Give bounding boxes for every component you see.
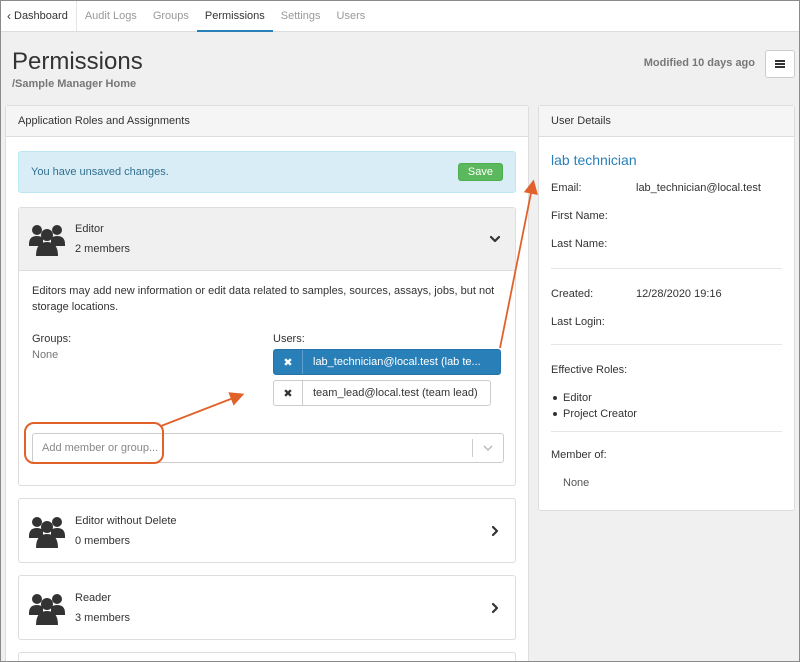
divider	[551, 344, 782, 345]
role-header-reader[interactable]: Reader 3 members	[19, 576, 515, 639]
add-member-input[interactable]	[33, 434, 472, 462]
last-login-label: Last Login:	[551, 316, 605, 328]
page-subtitle: /Sample Manager Home	[12, 78, 137, 90]
last-name-label: Last Name:	[551, 238, 608, 250]
dropdown-toggle[interactable]	[473, 434, 503, 462]
groups-value: None	[32, 349, 59, 361]
chevron-down-icon	[483, 445, 493, 452]
role-member-count: 3 members	[75, 611, 131, 624]
role-member-count: 0 members	[75, 534, 131, 547]
list-item: Editor	[551, 390, 637, 406]
roles-panel-title: Application Roles and Assignments	[6, 106, 528, 137]
created-value: 12/28/2020 19:16	[636, 288, 722, 300]
tab-settings[interactable]: Settings	[273, 1, 329, 31]
hamburger-menu-icon	[775, 60, 785, 68]
role-description: Editors may add new information or edit …	[32, 285, 495, 313]
role-info: Editor without Delete 0 members	[75, 515, 177, 547]
role-card-editor: Editor 2 members Editors may add new inf…	[18, 207, 516, 486]
nav-back-dashboard[interactable]: ‹ Dashboard	[5, 1, 76, 31]
nav-back-label: Dashboard	[14, 10, 68, 22]
tab-permissions[interactable]: Permissions	[196, 1, 273, 32]
chevron-right-icon[interactable]	[489, 525, 501, 537]
email-label: Email:	[551, 182, 582, 194]
groups-label: Groups:	[32, 333, 72, 345]
modified-timestamp: Modified 10 days ago	[643, 57, 755, 69]
role-info: Reader 3 members	[75, 592, 130, 624]
list-item: Project Creator	[551, 406, 637, 422]
first-name-label: First Name:	[551, 210, 608, 222]
users-group-icon	[29, 593, 65, 625]
email-value: lab_technician@local.test	[636, 182, 761, 194]
save-button[interactable]: Save	[457, 163, 503, 181]
users-group-icon	[29, 516, 65, 548]
effective-roles-label: Effective Roles:	[551, 364, 628, 376]
role-name: Reader	[75, 591, 112, 604]
member-of-value: None	[563, 477, 590, 489]
role-name: Editor	[75, 223, 104, 235]
add-member-select[interactable]	[32, 433, 504, 463]
role-body-editor: Editors may add new information or edit …	[19, 271, 515, 485]
role-header-editor[interactable]: Editor 2 members	[19, 208, 515, 271]
user-display-name[interactable]: lab technician	[551, 152, 637, 168]
user-details-panel: User Details lab technician Email: lab_t…	[538, 105, 795, 511]
user-chip-label[interactable]: lab_technician@local.test (lab te...	[303, 350, 491, 374]
divider	[551, 431, 782, 432]
user-chip-label[interactable]: team_lead@local.test (team lead)	[303, 381, 488, 405]
chevron-down-icon[interactable]	[489, 233, 501, 245]
chevron-left-icon: ‹	[7, 9, 11, 23]
tab-audit-logs[interactable]: Audit Logs	[75, 1, 145, 31]
menu-button[interactable]	[765, 50, 795, 78]
users-group-icon	[29, 225, 65, 256]
page-title: Permissions	[12, 48, 143, 75]
alert-message: You have unsaved changes.	[31, 166, 169, 178]
role-header-editor-without-delete[interactable]: Editor without Delete 0 members	[19, 499, 515, 562]
divider	[551, 268, 782, 269]
user-details-title: User Details	[539, 106, 794, 137]
created-label: Created:	[551, 288, 594, 300]
users-label: Users:	[273, 333, 305, 345]
app-frame: ‹ Dashboard Audit Logs Groups Permission…	[0, 0, 800, 662]
roles-panel: Application Roles and Assignments You ha…	[5, 105, 529, 661]
user-chip-team-lead[interactable]: ✖ team_lead@local.test (team lead)	[273, 380, 491, 406]
top-nav: ‹ Dashboard Audit Logs Groups Permission…	[1, 1, 799, 32]
member-of-label: Member of:	[551, 449, 607, 461]
tab-groups[interactable]: Groups	[145, 1, 197, 31]
role-card-reader: Reader 3 members	[18, 575, 516, 640]
unsaved-changes-alert: You have unsaved changes. Save	[18, 151, 516, 193]
tab-users[interactable]: Users	[329, 1, 374, 31]
user-chip-lab-technician[interactable]: ✖ lab_technician@local.test (lab te...	[273, 349, 501, 375]
role-info: Editor 2 members	[75, 223, 130, 255]
remove-x-icon[interactable]: ✖	[274, 381, 303, 405]
role-member-count: 2 members	[75, 243, 131, 255]
role-name: Editor without Delete	[75, 514, 177, 527]
remove-x-icon[interactable]: ✖	[274, 350, 303, 374]
role-card-editor-without-delete: Editor without Delete 0 members	[18, 498, 516, 563]
chevron-right-icon[interactable]	[489, 602, 501, 614]
role-card-next	[18, 652, 516, 661]
effective-roles-list: Editor Project Creator	[551, 390, 637, 422]
